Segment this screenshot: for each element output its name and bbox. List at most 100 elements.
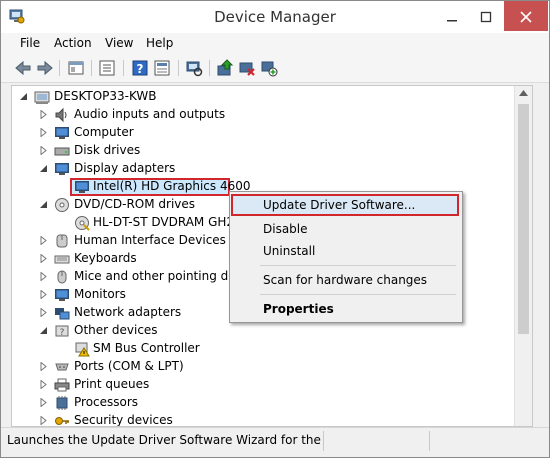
tree-node-label: Print queues [74, 377, 150, 391]
tree-node-label: Mice and other pointing devi [74, 269, 247, 283]
tree-node-label: Network adapters [74, 305, 182, 319]
tree-node-ports[interactable]: Ports (COM & LPT) [12, 358, 312, 376]
back-arrow-icon[interactable] [14, 59, 32, 77]
tree-node-security[interactable]: Security devices [12, 412, 312, 426]
warning-device-icon [74, 341, 90, 357]
context-menu: Update Driver Software... Disable Uninst… [229, 191, 463, 323]
tree-node-sm-bus[interactable]: SM Bus Controller [12, 340, 312, 358]
mouse-icon [54, 269, 70, 285]
menu-item-label: Uninstall [263, 244, 316, 258]
menu-item-disable[interactable]: Disable [231, 218, 459, 240]
display-adapter-icon [74, 179, 90, 195]
device-manager-window: Device Manager File Action View Help ? D… [0, 0, 550, 458]
forward-arrow-icon[interactable] [36, 59, 54, 77]
tree-node-label: Disk drives [74, 143, 141, 157]
scrollbar-thumb[interactable] [518, 104, 529, 334]
vertical-scrollbar[interactable] [514, 86, 532, 426]
tree-node-label: Human Interface Devices [74, 233, 226, 247]
keyboard-icon [54, 251, 70, 267]
minimize-button[interactable] [435, 1, 469, 31]
expand-arrow-icon [40, 128, 47, 137]
tree-node-computer[interactable]: Computer [12, 124, 312, 142]
status-bar: Launches the Update Driver Software Wiza… [1, 427, 549, 457]
tree-node-label: Other devices [74, 323, 158, 337]
menu-item-label: Properties [263, 302, 334, 316]
menu-help[interactable]: Help [146, 36, 173, 50]
tree-node-display-adapters[interactable]: Display adapters [12, 160, 312, 178]
printer-icon [54, 377, 70, 393]
tree-node-label: SM Bus Controller [93, 341, 200, 355]
tree-root[interactable]: DESKTOP33-KWB [12, 88, 312, 106]
tree-node-label: Computer [74, 125, 134, 139]
expand-arrow-icon [40, 254, 47, 263]
monitor-icon [54, 125, 70, 141]
dvd-drive-icon [74, 215, 90, 231]
scroll-up-arrow-icon [519, 90, 528, 96]
dvd-drive-icon [54, 197, 70, 213]
update-driver-icon[interactable] [216, 59, 234, 77]
processor-icon [54, 395, 70, 411]
toolbar-separator [123, 60, 124, 76]
expand-arrow-icon [40, 362, 47, 371]
status-text: Launches the Update Driver Software Wiza… [7, 433, 321, 447]
speaker-icon [54, 107, 70, 123]
collapse-arrow-icon [40, 165, 47, 172]
network-adapter-icon [54, 305, 70, 321]
menu-view[interactable]: View [105, 36, 133, 50]
tree-node-audio[interactable]: Audio inputs and outputs [12, 106, 312, 124]
tree-node-print-queues[interactable]: Print queues [12, 376, 312, 394]
maximize-button[interactable] [469, 1, 503, 31]
menu-item-label: Scan for hardware changes [263, 273, 428, 287]
expand-arrow-icon [40, 380, 47, 389]
menu-item-uninstall[interactable]: Uninstall [231, 240, 459, 262]
expand-arrow-icon [40, 416, 47, 425]
toolbar-separator [178, 60, 179, 76]
expand-arrow-icon [40, 110, 47, 119]
security-key-icon [54, 413, 70, 426]
collapse-arrow-icon [40, 327, 47, 334]
scan-hardware-icon[interactable] [185, 59, 203, 77]
add-legacy-hardware-icon[interactable] [260, 59, 278, 77]
menu-item-label: Update Driver Software... [263, 198, 416, 212]
view-list-icon[interactable] [98, 59, 116, 77]
collapse-arrow-icon [20, 93, 27, 100]
display-adapter-icon [54, 161, 70, 177]
close-button[interactable] [504, 1, 548, 31]
tree-node-processors[interactable]: Processors [12, 394, 312, 412]
disk-drive-icon [54, 143, 70, 159]
toolbar-separator [59, 60, 60, 76]
hid-icon [54, 233, 70, 249]
tree-root-label: DESKTOP33-KWB [54, 89, 157, 103]
tree-node-disk-drives[interactable]: Disk drives [12, 142, 312, 160]
tree-node-label: Monitors [74, 287, 126, 301]
menu-action[interactable]: Action [54, 36, 92, 50]
tree-node-label: HL-DT-ST DVDRAM GH24 [93, 215, 242, 229]
collapse-arrow-icon [40, 201, 47, 208]
unknown-device-icon: ? [54, 323, 70, 339]
menu-file[interactable]: File [20, 36, 40, 50]
menu-bar: File Action View Help [1, 33, 549, 55]
tree-node-label: Audio inputs and outputs [74, 107, 226, 121]
close-icon [520, 11, 532, 23]
properties-sheet-icon[interactable] [67, 59, 85, 77]
view-resources-icon[interactable] [153, 59, 171, 77]
tree-node-other-devices[interactable]: ? Other devices [12, 322, 312, 340]
toolbar-separator [91, 60, 92, 76]
menu-separator [260, 265, 456, 266]
toolbar-separator [209, 60, 210, 76]
tree-node-label: Display adapters [74, 161, 176, 175]
tree-node-label: DVD/CD-ROM drives [74, 197, 196, 211]
monitor-icon [54, 287, 70, 303]
tree-node-label: Ports (COM & LPT) [74, 359, 184, 373]
status-divider [429, 431, 430, 451]
tree-node-label: Intel(R) HD Graphics 4600 [93, 179, 251, 193]
svg-text:?: ? [137, 62, 144, 76]
expand-arrow-icon [40, 146, 47, 155]
menu-item-properties[interactable]: Properties [231, 298, 459, 320]
uninstall-device-icon[interactable] [238, 59, 256, 77]
expand-arrow-icon [40, 290, 47, 299]
help-icon[interactable]: ? [131, 59, 149, 77]
tree-node-label: Keyboards [74, 251, 137, 265]
menu-item-scan-hardware[interactable]: Scan for hardware changes [231, 269, 459, 291]
menu-item-update-driver[interactable]: Update Driver Software... [231, 194, 459, 216]
